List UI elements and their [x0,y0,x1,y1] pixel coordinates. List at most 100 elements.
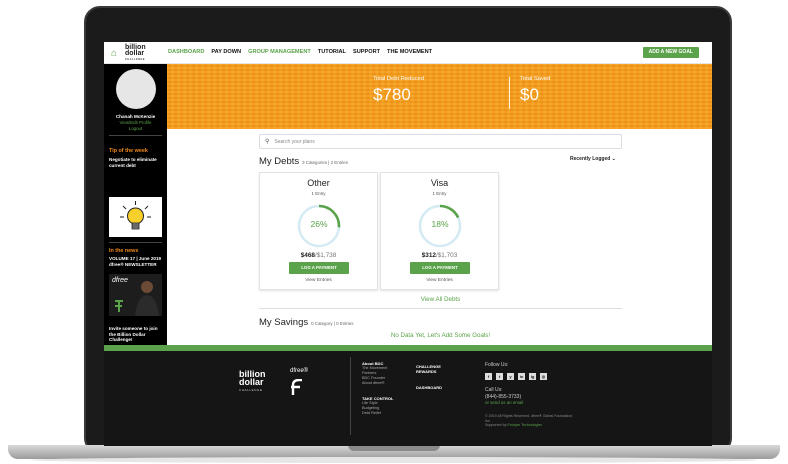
dfree-label: dfree® [290,368,309,374]
lightbulb-icon [109,197,162,237]
search-icon: ⚲ [265,139,270,145]
debt-paid: $312 [421,252,436,259]
total-debt-label: Total Debt Reduced [373,76,424,82]
section-divider [259,308,622,309]
nav-support[interactable]: SUPPORT [353,49,380,55]
footer-link[interactable]: About dfree® [362,381,384,385]
nav-dashboard[interactable]: DASHBOARD [168,49,204,55]
footer-divider [350,357,351,435]
footer-follow-label: Follow Us: [485,362,509,368]
debt-card-other: Other 1 Entry 26% $468/$1,738 LOG A PAYM… [259,172,378,290]
user-name: Chanah McKenzie [115,114,156,119]
logo-sub: CHALLENGE [125,58,146,61]
log-payment-button[interactable]: LOG A PAYMENT [289,262,349,274]
news-heading: In the news [109,248,139,254]
add-new-goal-button[interactable]: ADD A NEW GOAL [642,47,699,58]
avatar[interactable] [116,69,156,109]
debt-total: /$1,738 [314,252,337,259]
top-nav: ⌂ billion dollar CHALLENGE DASHBOARD PAY… [104,42,712,64]
footer-logo[interactable]: billion dollar CHALLENGE [239,370,266,394]
news-text: VOLUME 17 | June 2019 dfree® NEWSLETTER [109,256,162,267]
debt-amount: $312/$1,703 [381,252,498,259]
savings-empty-message[interactable]: No Data Yet, Let's Add Some Goals! [259,332,622,339]
newsletter-brand: dfree [112,277,128,284]
linkedin-icon[interactable]: in [518,373,525,380]
laptop-shadow [30,457,758,463]
other-social-icon[interactable]: ◎ [540,373,547,380]
savings-title: My Savings [259,317,309,328]
footer-copyright: © 2019 All Rights Reserved. dfree® Globa… [485,414,577,428]
stats-banner: Total Debt Reduced $780 Total Saved $0 [167,64,712,129]
search-bar: ⚲ [259,134,622,149]
nav-menu: DASHBOARD PAY DOWN GROUP MANAGEMENT TUTO… [168,49,432,55]
search-input[interactable] [274,138,575,145]
progress-percent: 26% [310,219,328,229]
debt-total: /$1,703 [435,252,458,259]
dfree-logo-icon[interactable] [290,379,304,395]
banner-texture [167,64,712,129]
footer-link[interactable]: Life Style [362,401,378,405]
instagram-icon[interactable]: ig [529,373,536,380]
debt-card-name: Visa [430,178,449,188]
banner-divider [509,77,510,109]
debts-title: My Debts [259,156,300,167]
nav-the-movement[interactable]: THE MOVEMENT [387,49,432,55]
footer-link[interactable]: Partners [362,371,376,375]
debt-card-entries: 1 Entry [311,191,326,196]
savings-section-title: My Savings 0 Category | 0 Entries [259,317,354,328]
copyright-text: © 2019 All Rights Reserved. dfree® Globa… [485,414,574,423]
debt-amount: $468/$1,738 [260,252,377,259]
log-payment-button[interactable]: LOG A PAYMENT [410,262,470,274]
home-icon[interactable]: ⌂ [111,49,121,59]
footer-call-label: Call Us: [485,387,503,393]
progress-percent: 18% [431,219,449,229]
footer: billion dollar CHALLENGE dfree® About BD… [104,351,712,446]
supported-by-link[interactable]: Enviyan Technologies [507,423,542,427]
debt-card-visa: Visa 1 Entry 18% $312/$1,703 LOG A PAYME… [380,172,499,290]
debts-section-title: My Debts 3 Categories | 2 Entries [259,156,348,167]
facebook-icon[interactable]: f [485,373,492,380]
edit-profile-link[interactable]: View/Edit Profile [104,120,167,125]
footer-link[interactable]: Budgeting [362,406,379,410]
nav-tutorial[interactable]: TUTORIAL [318,49,346,55]
total-debt-stat: Total Debt Reduced $780 [373,76,424,105]
total-saved-value: $0 [520,85,539,104]
footer-challenge-rewards[interactable]: CHALLENGE REWARDS [416,364,450,374]
logout-link[interactable]: Logout [104,126,167,131]
sidebar-divider [109,135,162,136]
twitter-icon[interactable]: t [496,373,503,380]
debt-card-name: Other [307,178,330,188]
savings-meta: 0 Category | 0 Entries [311,321,354,326]
logo[interactable]: ⌂ billion dollar CHALLENGE [111,44,151,63]
footer-link[interactable]: The Movement [362,366,387,370]
app-screen: ⌂ billion dollar CHALLENGE DASHBOARD PAY… [104,42,712,446]
footer-logo-sub: CHALLENGE [239,388,263,392]
sidebar-divider [109,242,162,243]
footer-logo-line2: dollar [239,377,264,387]
sort-dropdown[interactable]: Recently Logged ⌄ [570,156,616,162]
footer-social-icons: f t y in ig ◎ [485,373,547,380]
youtube-icon[interactable]: y [507,373,514,380]
invite-text: Invite someone to join the Billion Dolla… [109,326,158,342]
total-debt-value: $780 [373,85,411,104]
total-saved-label: Total Saved [520,76,551,82]
view-entries-link[interactable]: View Entries [381,278,498,283]
total-saved-stat: Total Saved $0 [520,76,550,105]
newsletter-thumbnail[interactable]: dfree [109,274,162,316]
debts-meta: 3 Categories | 2 Entries [302,160,348,165]
view-all-debts-link[interactable]: View All Debts [259,296,622,303]
supported-by-prefix: Supported by [485,423,508,428]
debt-paid: $468 [300,252,315,259]
footer-email-link[interactable]: or send us an email [485,400,523,405]
footer-link[interactable]: BDC Founder [362,376,385,380]
footer-dashboard[interactable]: DASHBOARD [416,385,442,390]
sidebar: Chanah McKenzie View/Edit Profile Logout… [104,64,167,355]
footer-link[interactable]: Debt Relief [362,411,381,415]
nav-pay-down[interactable]: PAY DOWN [211,49,241,55]
view-entries-link[interactable]: View Entries [260,278,377,283]
nav-group-management[interactable]: GROUP MANAGEMENT [248,49,311,55]
tip-text: Negotiate to eliminate current debt [109,157,157,168]
tip-heading: Tip of the week [109,148,148,154]
logo-wordmark: billion dollar CHALLENGE [125,44,151,63]
debt-card-entries: 1 Entry [432,191,447,196]
